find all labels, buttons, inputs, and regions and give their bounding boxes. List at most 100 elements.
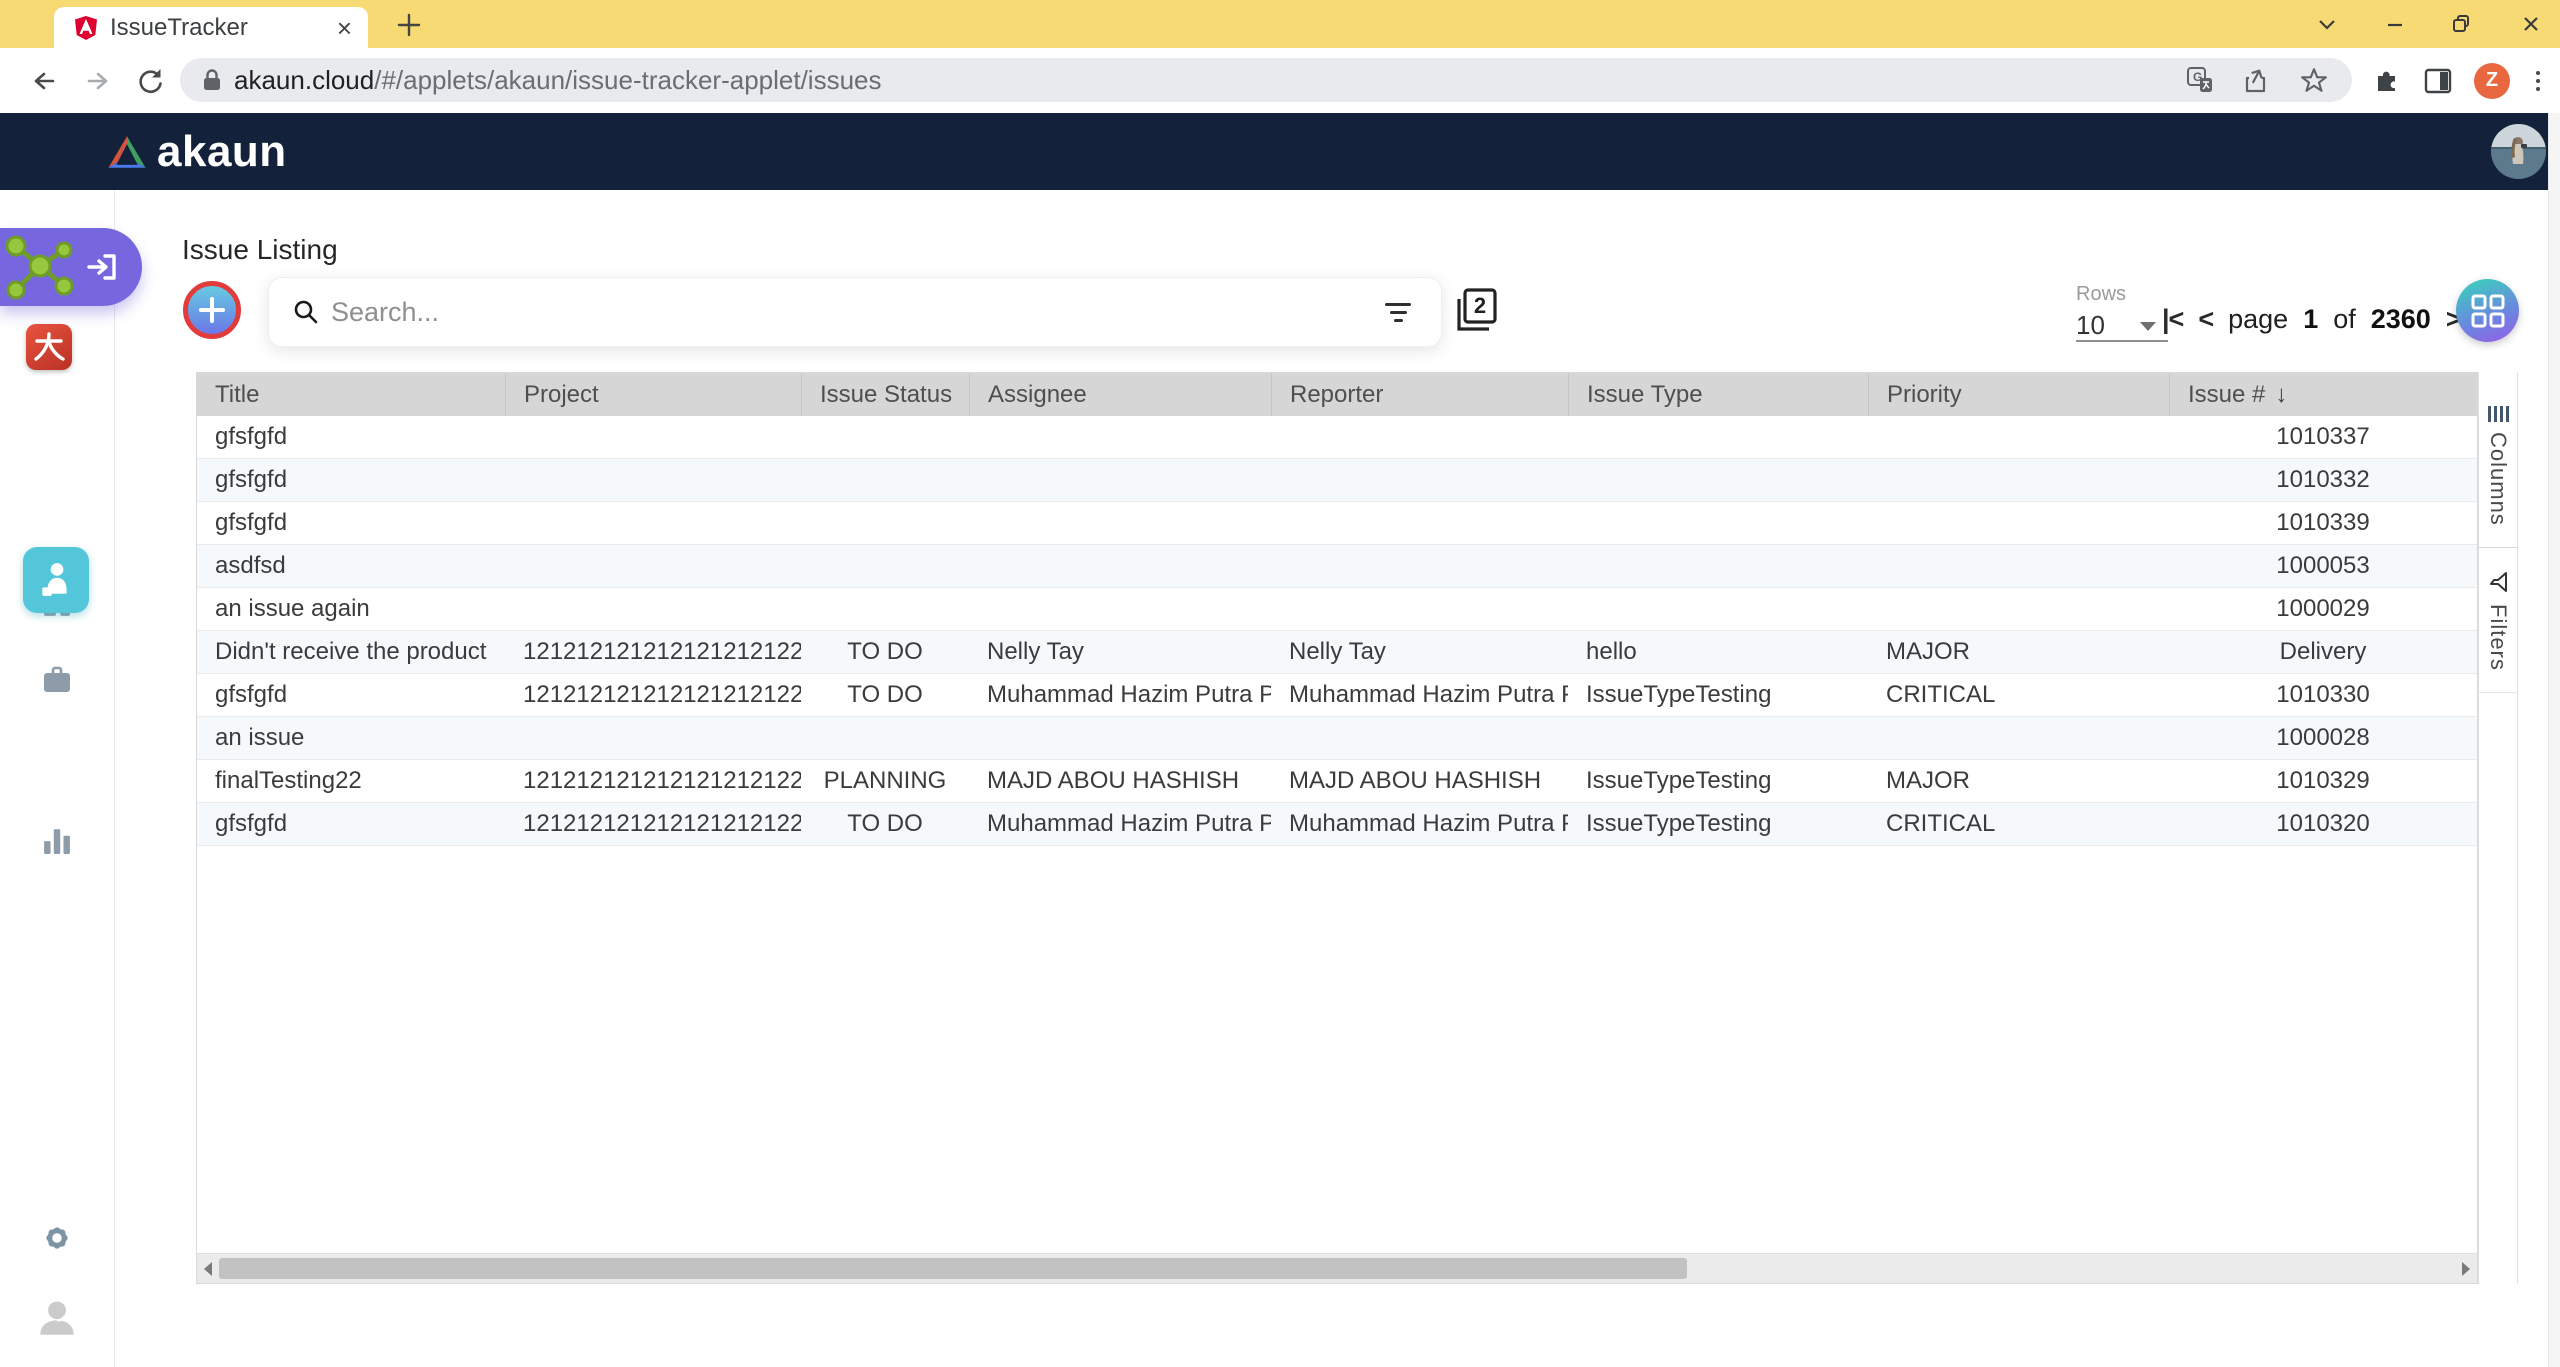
cell-issue-type: IssueTypeTesting bbox=[1568, 760, 1868, 802]
table-row[interactable]: gfsfgfd 1212121212121212121221212 TO DO … bbox=[197, 803, 2477, 846]
pinned-app-banner[interactable] bbox=[0, 228, 142, 306]
profile-nav-item[interactable] bbox=[0, 1298, 114, 1336]
cell-project: 1212121212121212121221212 bbox=[505, 674, 801, 716]
cell-reporter bbox=[1271, 717, 1568, 759]
cell-issue-number: 1000053 bbox=[2169, 545, 2477, 587]
url-bar[interactable]: akaun.cloud/#/applets/akaun/issue-tracke… bbox=[180, 58, 2352, 102]
col-header-project[interactable]: Project bbox=[505, 373, 801, 416]
bookmark-star-icon[interactable] bbox=[2300, 66, 2328, 94]
table-row[interactable]: gfsfgfd 1010337 bbox=[197, 416, 2477, 459]
of-word: of bbox=[2333, 304, 2356, 335]
cell-issue-status bbox=[801, 717, 969, 759]
grid-view-button[interactable] bbox=[2456, 279, 2519, 342]
cell-priority bbox=[1868, 588, 2169, 630]
cell-issue-status: TO DO bbox=[801, 631, 969, 673]
col-header-title[interactable]: Title bbox=[197, 373, 505, 416]
issue-tracker-nav-item-active[interactable] bbox=[23, 547, 89, 613]
cn-app-icon[interactable] bbox=[26, 324, 72, 370]
col-header-priority[interactable]: Priority bbox=[1868, 373, 2169, 416]
first-page-button[interactable]: |< bbox=[2162, 304, 2183, 335]
briefcase-nav-item[interactable] bbox=[0, 666, 114, 694]
cell-issue-number: 1000029 bbox=[2169, 588, 2477, 630]
restore-button[interactable] bbox=[2446, 8, 2476, 40]
browser-menu-button[interactable] bbox=[2532, 67, 2544, 95]
filter-list-icon[interactable] bbox=[1385, 303, 1411, 322]
cell-issue-status bbox=[801, 502, 969, 544]
table-row[interactable]: gfsfgfd 1010332 bbox=[197, 459, 2477, 502]
cell-assignee bbox=[969, 459, 1271, 501]
forward-arrow-icon bbox=[83, 66, 113, 96]
issue-table: Title Project Issue Status Assignee Repo… bbox=[196, 372, 2478, 1284]
columns-tab-label: Columns bbox=[2485, 432, 2511, 526]
browser-toolbar: akaun.cloud/#/applets/akaun/issue-tracke… bbox=[0, 48, 2560, 114]
reports-nav-item[interactable] bbox=[0, 826, 114, 854]
table-row[interactable]: an issue again 1000029 bbox=[197, 588, 2477, 631]
reload-button[interactable] bbox=[128, 48, 172, 113]
view-switcher-button[interactable]: 2 bbox=[1452, 288, 1500, 336]
omnibox-actions: G bbox=[2186, 66, 2328, 94]
scroll-right-button[interactable] bbox=[2455, 1254, 2477, 1284]
window-close-button[interactable] bbox=[2516, 8, 2546, 40]
cell-issue-status: PLANNING bbox=[801, 760, 969, 802]
angular-favicon-icon bbox=[74, 15, 98, 41]
page-scrollbar[interactable] bbox=[2548, 113, 2560, 1367]
rows-per-page-select[interactable]: Rows 10 bbox=[2076, 283, 2172, 341]
cell-title: finalTesting22 bbox=[197, 760, 505, 802]
cell-title: gfsfgfd bbox=[197, 416, 505, 458]
minimize-icon bbox=[2383, 12, 2407, 36]
table-row[interactable]: asdfsd 1000053 bbox=[197, 545, 2477, 588]
tab-filters[interactable]: Filters bbox=[2479, 548, 2517, 693]
table-row[interactable]: finalTesting22 1212121212121212121221212… bbox=[197, 760, 2477, 803]
cell-issue-type: IssueTypeTesting bbox=[1568, 803, 1868, 845]
user-avatar[interactable] bbox=[2491, 124, 2546, 179]
cell-issue-number: Delivery bbox=[2169, 631, 2477, 673]
share-icon[interactable] bbox=[2242, 66, 2272, 94]
akaun-logo[interactable]: akaun bbox=[107, 113, 287, 190]
horizontal-scrollbar[interactable] bbox=[197, 1253, 2477, 1283]
scroll-left-button[interactable] bbox=[197, 1254, 219, 1284]
translate-icon[interactable]: G bbox=[2186, 66, 2214, 94]
cell-issue-number: 1010330 bbox=[2169, 674, 2477, 716]
col-header-issue-status[interactable]: Issue Status bbox=[801, 373, 969, 416]
tab-search-button[interactable] bbox=[2312, 8, 2342, 40]
table-row[interactable]: gfsfgfd 1010339 bbox=[197, 502, 2477, 545]
scrollbar-thumb[interactable] bbox=[219, 1258, 1687, 1279]
table-row[interactable]: an issue 1000028 bbox=[197, 717, 2477, 760]
col-header-issue-type[interactable]: Issue Type bbox=[1568, 373, 1868, 416]
forward-button[interactable] bbox=[76, 48, 120, 113]
cell-assignee: Muhammad Hazim Putra Putra bbox=[969, 674, 1271, 716]
cell-priority bbox=[1868, 416, 2169, 458]
add-issue-button[interactable] bbox=[183, 281, 241, 339]
col-header-reporter[interactable]: Reporter bbox=[1271, 373, 1568, 416]
cell-issue-status: TO DO bbox=[801, 674, 969, 716]
col-header-assignee[interactable]: Assignee bbox=[969, 373, 1271, 416]
table-row[interactable]: Didn't receive the product 1212121212121… bbox=[197, 631, 2477, 674]
tab-columns[interactable]: Columns bbox=[2479, 372, 2517, 548]
col-header-issue-number[interactable]: Issue # ↓ bbox=[2169, 373, 2477, 416]
cell-assignee bbox=[969, 588, 1271, 630]
tab-close-icon[interactable]: × bbox=[337, 15, 352, 41]
settings-nav-item[interactable] bbox=[0, 1220, 114, 1256]
table-row[interactable]: gfsfgfd 1212121212121212121221212 TO DO … bbox=[197, 674, 2477, 717]
side-panel-icon[interactable] bbox=[2424, 68, 2452, 94]
akaun-triangle-icon bbox=[107, 134, 147, 170]
app-sidebar bbox=[0, 190, 115, 1367]
prev-page-button[interactable]: < bbox=[2198, 304, 2213, 335]
extensions-puzzle-icon[interactable] bbox=[2372, 66, 2402, 96]
browser-profile-avatar[interactable]: Z bbox=[2474, 63, 2510, 99]
new-tab-button[interactable] bbox=[392, 8, 426, 42]
cell-issue-number: 1010320 bbox=[2169, 803, 2477, 845]
minimize-button[interactable] bbox=[2380, 8, 2410, 40]
cell-project: 1212121212121212121221212 bbox=[505, 631, 801, 673]
total-pages: 2360 bbox=[2371, 304, 2431, 335]
url-host: akaun.cloud bbox=[234, 65, 374, 95]
cell-issue-status bbox=[801, 588, 969, 630]
back-button[interactable] bbox=[22, 48, 66, 113]
cell-title: gfsfgfd bbox=[197, 674, 505, 716]
da-character-icon bbox=[33, 332, 65, 362]
cell-issue-status bbox=[801, 459, 969, 501]
user-photo bbox=[2491, 124, 2546, 179]
table-header: Title Project Issue Status Assignee Repo… bbox=[197, 373, 2477, 416]
browser-tab[interactable]: IssueTracker × bbox=[54, 7, 368, 48]
search-input[interactable] bbox=[329, 296, 1385, 329]
